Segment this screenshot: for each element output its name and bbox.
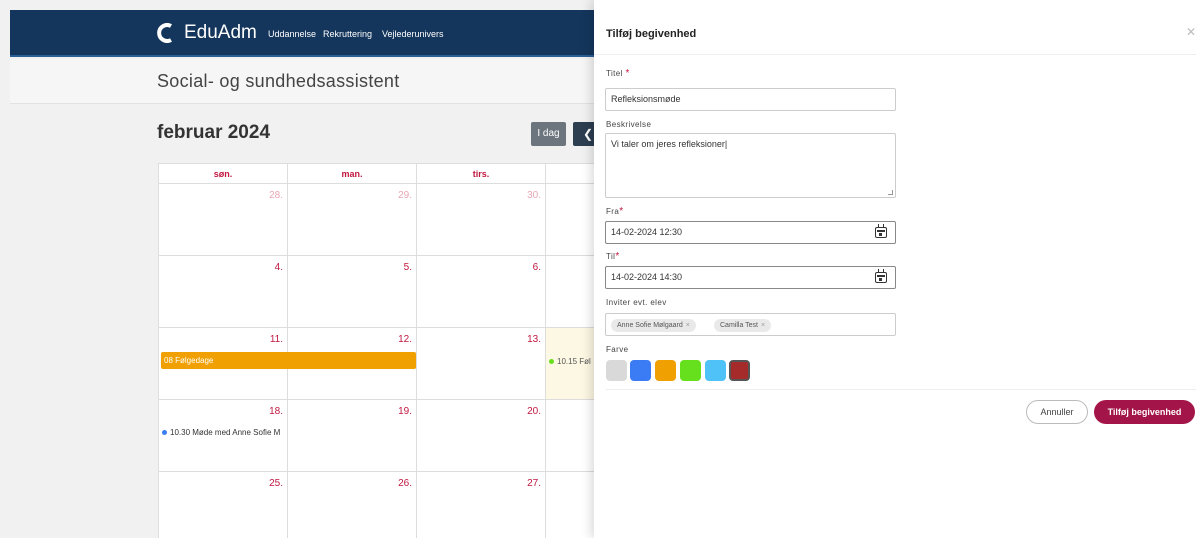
logo-icon[interactable] [156,23,176,43]
calendar-grid: søn. man. tirs. 28. 29. 30. 4. 5. 6. 11.… [158,163,619,538]
description-label: Beskrivelse [606,120,652,129]
day-cell[interactable]: 18. 10.30 Møde med Anne Sofie M [159,400,288,472]
invite-label: Inviter evt. elev [606,298,667,307]
add-event-panel: Tilføj begivenhed ✕ Titel * Refleksionsm… [594,0,1196,538]
remove-chip-icon[interactable]: × [686,322,690,329]
from-datetime-input[interactable]: 14-02-2024 12:30 [605,221,896,244]
day-number: 18. [269,406,283,417]
day-number: 27. [527,478,541,489]
day-cell[interactable]: 4. [159,256,288,328]
day-number: 29. [398,190,412,201]
description-text: Vi taler om jeres refleksioner [611,139,725,149]
add-event-button[interactable]: Tilføj begivenhed [1094,400,1195,424]
to-value: 14-02-2024 14:30 [611,272,683,282]
day-number: 26. [398,478,412,489]
day-cell[interactable]: 5. [288,256,417,328]
nav-uddannelse[interactable]: Uddannelse [268,29,316,39]
color-swatch-green[interactable] [680,360,701,381]
day-cell[interactable]: 28. [159,184,288,256]
day-number: 6. [532,262,541,273]
day-number: 12. [398,334,412,345]
calendar-event[interactable]: 10.15 Føl [549,357,597,366]
from-value: 14-02-2024 12:30 [611,227,683,237]
day-number: 28. [269,190,283,201]
day-number: 30. [527,190,541,201]
nav-rekruttering[interactable]: Rekruttering [323,29,372,39]
calendar-icon[interactable] [875,224,887,238]
day-cell[interactable]: 19. [288,400,417,472]
today-button[interactable]: I dag [531,122,566,146]
day-cell[interactable]: 27. [417,472,546,538]
cancel-button[interactable]: Annuller [1026,400,1088,424]
day-number: 5. [403,262,412,273]
event-dot [162,430,167,436]
invitee-chip[interactable]: Camilla Test × [714,319,772,332]
logo-text[interactable]: EduAdm [184,22,257,44]
page-header: Social- og sundhedsassistent [10,59,610,104]
calendar-event-bar[interactable]: 08 Følgedage [161,352,416,369]
day-number: 19. [398,406,412,417]
resize-handle-icon[interactable] [888,190,893,195]
invitee-chip[interactable]: Anne Sofie Mølgaard × [611,319,696,332]
event-dot [549,359,554,365]
color-label: Farve [606,345,629,354]
day-cell[interactable]: 13. [417,328,546,400]
nav-vejlederunivers[interactable]: Vejlederunivers [382,29,444,39]
color-swatch-lightblue[interactable] [705,360,726,381]
description-textarea[interactable]: Vi taler om jeres refleksioner| [605,133,896,198]
day-cell[interactable]: 20. [417,400,546,472]
chevron-left-icon: ❮ [582,127,594,141]
close-icon[interactable]: ✕ [1186,25,1196,39]
remove-chip-icon[interactable]: × [761,322,765,329]
calendar-icon[interactable] [875,269,887,283]
day-number: 25. [269,478,283,489]
day-cell[interactable]: 30. [417,184,546,256]
day-cell[interactable]: 26. [288,472,417,538]
day-cell[interactable]: 6. [417,256,546,328]
day-number: 11. [269,334,283,345]
color-swatch-red-selected[interactable] [729,360,750,381]
day-cell[interactable]: 25. [159,472,288,538]
from-label: Fra* [606,206,624,217]
to-datetime-input[interactable]: 14-02-2024 14:30 [605,266,896,289]
weekday-header: tirs. [417,164,546,184]
divider [606,389,1196,390]
day-cell[interactable]: 29. [288,184,417,256]
panel-title: Tilføj begivenhed [606,28,697,40]
title-label: Titel * [606,68,630,79]
invite-student-select[interactable]: Anne Sofie Mølgaard × Camilla Test × [605,313,896,336]
title-input[interactable]: Refleksionsmøde [605,88,896,111]
to-label: Til* [606,251,620,262]
top-navbar: EduAdm Uddannelse Rekruttering Vejlederu… [10,10,610,57]
divider [594,54,1196,55]
weekday-header: søn. [159,164,288,184]
weekday-header: man. [288,164,417,184]
page-title: Social- og sundhedsassistent [157,71,400,91]
calendar-event[interactable]: 10.30 Møde med Anne Sofie M [162,428,286,437]
day-number: 4. [274,262,283,273]
day-number: 20. [527,406,541,417]
color-swatch-orange[interactable] [655,360,676,381]
color-swatch-blue[interactable] [630,360,651,381]
day-number: 13. [527,334,541,345]
month-title: februar 2024 [157,122,271,143]
color-swatch-gray[interactable] [606,360,627,381]
